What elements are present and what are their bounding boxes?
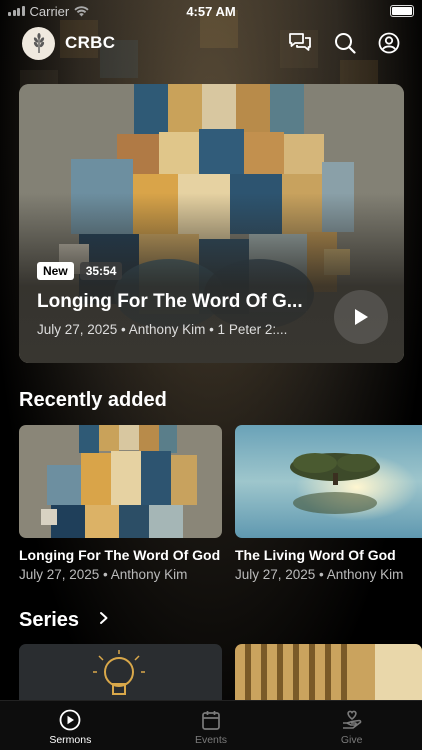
featured-sermon-card[interactable]: New 35:54 Longing For The Word Of G... J…	[19, 84, 404, 363]
account-icon[interactable]	[378, 32, 400, 54]
chevron-right-icon	[99, 612, 108, 624]
play-button[interactable]	[334, 290, 388, 344]
search-icon[interactable]	[334, 32, 356, 54]
tab-give[interactable]: Give	[281, 701, 422, 750]
featured-sermon-title: Longing For The Word Of G...	[37, 291, 303, 312]
app-header: CRBC	[22, 26, 400, 60]
wheat-icon	[33, 33, 44, 53]
series-heading-label: Series	[19, 609, 80, 631]
new-badge: New	[37, 262, 74, 280]
battery-icon	[390, 5, 414, 17]
play-icon	[355, 309, 368, 325]
sermon-card[interactable]: Longing For The Word Of God July 27, 202…	[19, 425, 222, 582]
tab-label: Sermons	[49, 734, 92, 746]
sermon-title: Longing For The Word Of God	[19, 547, 221, 563]
church-logo[interactable]	[22, 26, 55, 60]
series-card[interactable]	[235, 644, 422, 704]
sermon-card[interactable]: The Living Word Of God July 27, 2025 • A…	[235, 425, 422, 582]
duration-badge: 35:54	[79, 262, 123, 280]
tab-label: Events	[194, 734, 228, 746]
columns-artwork	[235, 644, 422, 704]
tab-bar: Sermons Events Give	[0, 700, 422, 750]
lightbulb-artwork	[19, 644, 222, 704]
giving-hand-icon	[342, 710, 362, 729]
status-time: 4:57 AM	[186, 3, 236, 19]
featured-sermon-meta: July 27, 2025 • Anthony Kim • 1 Peter 2:…	[37, 322, 288, 337]
play-circle-icon	[59, 709, 81, 731]
sermon-meta: July 27, 2025 • Anthony Kim	[19, 567, 188, 582]
chat-icon[interactable]	[288, 32, 312, 54]
tab-sermons[interactable]: Sermons	[0, 701, 141, 750]
calendar-icon	[202, 711, 220, 730]
sermon-thumbnail	[19, 425, 222, 538]
status-bar: Carrier 4:57 AM	[0, 0, 422, 22]
sermon-thumbnail	[235, 425, 422, 538]
series-card[interactable]	[19, 644, 222, 704]
brand-name: CRBC	[65, 33, 116, 52]
sermon-meta: July 27, 2025 • Anthony Kim	[235, 567, 404, 582]
tab-label: Give	[340, 734, 363, 746]
recently-added-heading: Recently added	[19, 389, 167, 411]
tab-events[interactable]: Events	[141, 701, 282, 750]
series-heading[interactable]: Series	[19, 609, 109, 632]
sermon-title: The Living Word Of God	[235, 547, 396, 563]
